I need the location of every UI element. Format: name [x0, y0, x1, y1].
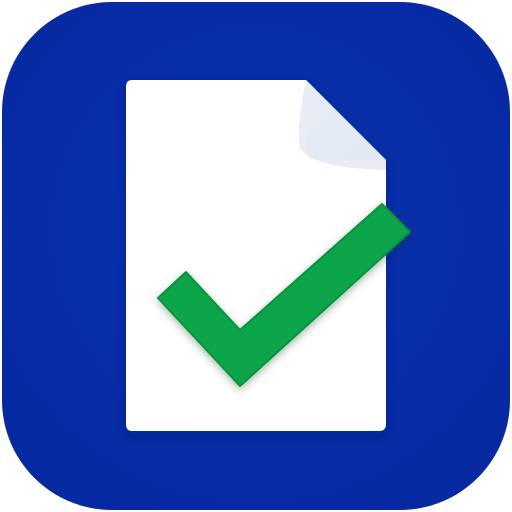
app-icon-stage: [0, 0, 512, 512]
document-check-app-icon: [2, 2, 510, 510]
